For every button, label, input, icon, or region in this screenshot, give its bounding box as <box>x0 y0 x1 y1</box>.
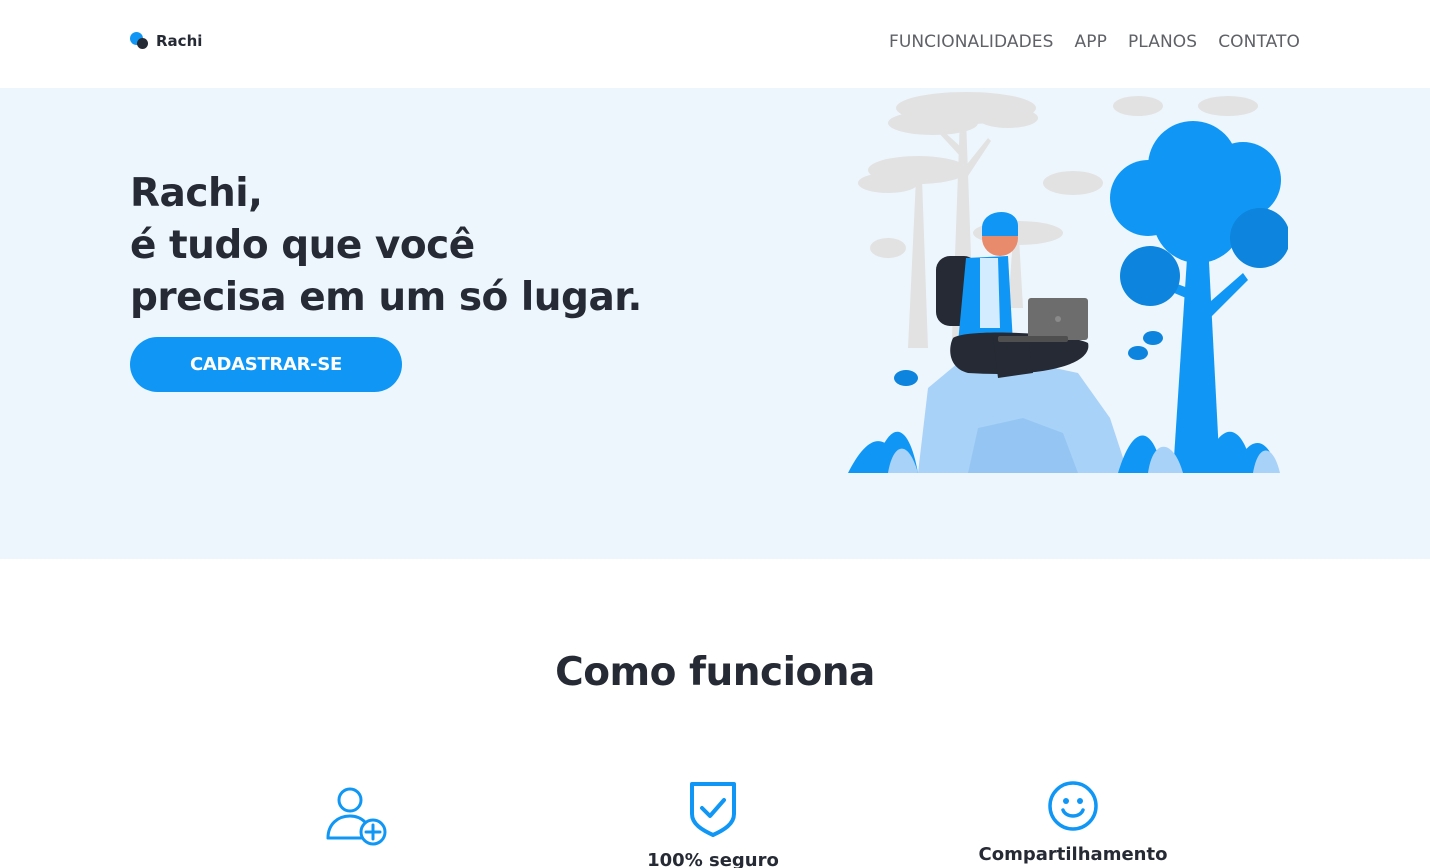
shield-check-icon <box>690 782 736 837</box>
nav-link-funcionalidades[interactable]: FUNCIONALIDADES <box>889 32 1054 52</box>
add-user-icon <box>326 787 387 846</box>
nav-link-app[interactable]: APP <box>1075 32 1107 52</box>
hero-illustration <box>848 92 1288 473</box>
logo-text: Rachi <box>156 32 203 50</box>
hero-title-line-1: Rachi, <box>130 171 263 216</box>
hero-title: Rachi, é tudo que você precisa em um só … <box>130 168 642 324</box>
hero-title-line-3: precisa em um só lugar. <box>130 275 642 320</box>
feature-secure-label: 100% seguro <box>647 850 779 868</box>
feature-sharing: Compartilhamento <box>963 780 1183 865</box>
feature-secure: 100% seguro <box>603 780 823 868</box>
hero-section: Rachi, é tudo que você precisa em um só … <box>0 88 1430 559</box>
how-it-works-title: Como funciona <box>555 650 875 695</box>
nav-link-contato[interactable]: CONTATO <box>1218 32 1300 52</box>
logo-mark-icon <box>130 32 150 50</box>
smiley-icon <box>1048 781 1098 831</box>
site-header: Rachi FUNCIONALIDADES APP PLANOS CONTATO <box>0 0 1430 88</box>
main-nav: FUNCIONALIDADES APP PLANOS CONTATO <box>889 32 1300 52</box>
logo[interactable]: Rachi <box>130 32 202 50</box>
feature-signup <box>247 780 467 858</box>
signup-button[interactable]: CADASTRAR-SE <box>130 337 402 392</box>
nav-link-planos[interactable]: PLANOS <box>1128 32 1197 52</box>
hero-title-line-2: é tudo que você <box>130 223 475 268</box>
feature-sharing-label: Compartilhamento <box>978 844 1168 865</box>
